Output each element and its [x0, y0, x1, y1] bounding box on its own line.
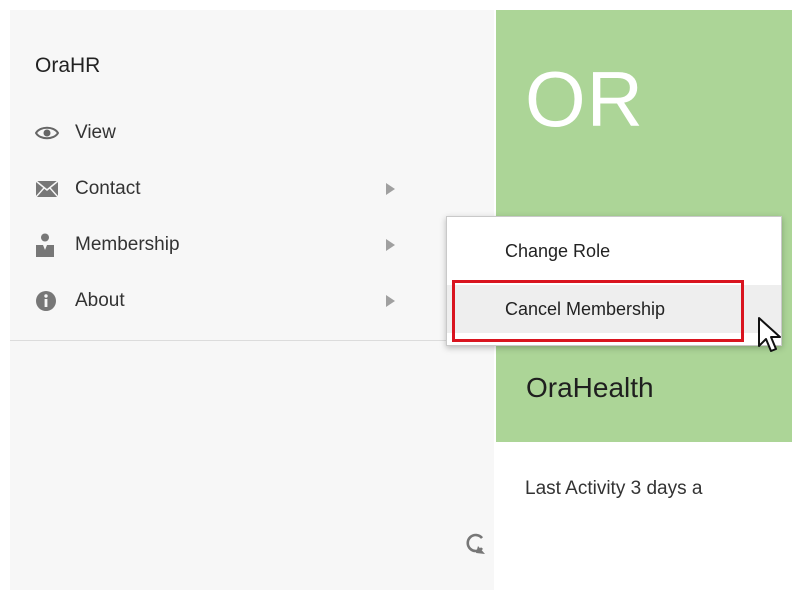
- chevron-right-icon: [386, 183, 395, 195]
- menu-item-about[interactable]: About: [35, 286, 395, 316]
- menu-item-view[interactable]: View: [35, 118, 395, 148]
- mouse-pointer-icon: [757, 316, 783, 356]
- envelope-icon: [35, 177, 75, 201]
- menu-item-label: Membership: [75, 234, 180, 255]
- refresh-icon[interactable]: [465, 532, 487, 556]
- change-role-menu-item[interactable]: Change Role: [447, 227, 781, 275]
- last-activity-text: Last Activity 3 days a: [525, 478, 703, 499]
- menu-item-label: Cancel Membership: [505, 298, 666, 319]
- menu-item-label: Change Role: [505, 240, 611, 261]
- info-icon: [35, 289, 75, 313]
- person-badge-icon: [35, 233, 75, 257]
- eye-icon: [35, 121, 75, 145]
- chevron-right-icon: [386, 239, 395, 251]
- organization-initials: OR: [525, 55, 644, 143]
- menu-item-membership[interactable]: Membership: [35, 230, 395, 260]
- menu-item-label: About: [75, 290, 125, 311]
- app-title: OraHR: [35, 54, 101, 77]
- cancel-membership-menu-item[interactable]: Cancel Membership: [447, 285, 781, 333]
- organization-name: OraHealth: [526, 372, 654, 403]
- menu-item-label: Contact: [75, 178, 141, 199]
- sidebar-divider: [10, 340, 494, 341]
- chevron-right-icon: [386, 295, 395, 307]
- membership-submenu: Change Role Cancel Membership: [446, 216, 782, 346]
- menu-item-label: View: [75, 122, 116, 143]
- menu-item-contact[interactable]: Contact: [35, 174, 395, 204]
